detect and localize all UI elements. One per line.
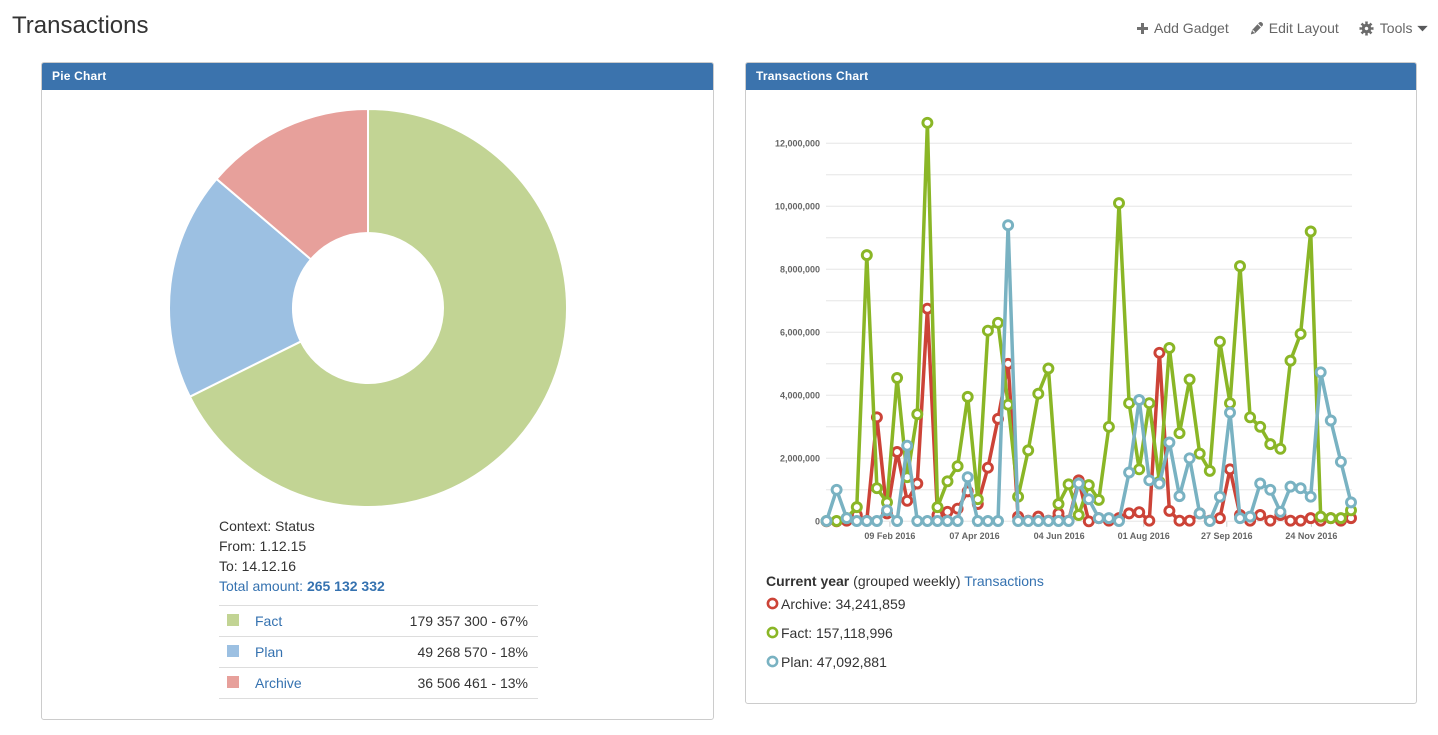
svg-text:09 Feb 2016: 09 Feb 2016 <box>864 531 915 541</box>
svg-text:07 Apr 2016: 07 Apr 2016 <box>949 531 999 541</box>
svg-text:2,000,000: 2,000,000 <box>780 453 820 463</box>
svg-text:8,000,000: 8,000,000 <box>780 264 820 274</box>
svg-text:4,000,000: 4,000,000 <box>780 390 820 400</box>
svg-text:0: 0 <box>815 516 820 526</box>
svg-text:04 Jun 2016: 04 Jun 2016 <box>1034 531 1085 541</box>
svg-text:12,000,000: 12,000,000 <box>775 138 820 148</box>
svg-text:01 Aug 2016: 01 Aug 2016 <box>1118 531 1170 541</box>
svg-text:24 Nov 2016: 24 Nov 2016 <box>1285 531 1337 541</box>
svg-text:6,000,000: 6,000,000 <box>780 327 820 337</box>
svg-text:10,000,000: 10,000,000 <box>775 201 820 211</box>
svg-text:27 Sep 2016: 27 Sep 2016 <box>1201 531 1253 541</box>
